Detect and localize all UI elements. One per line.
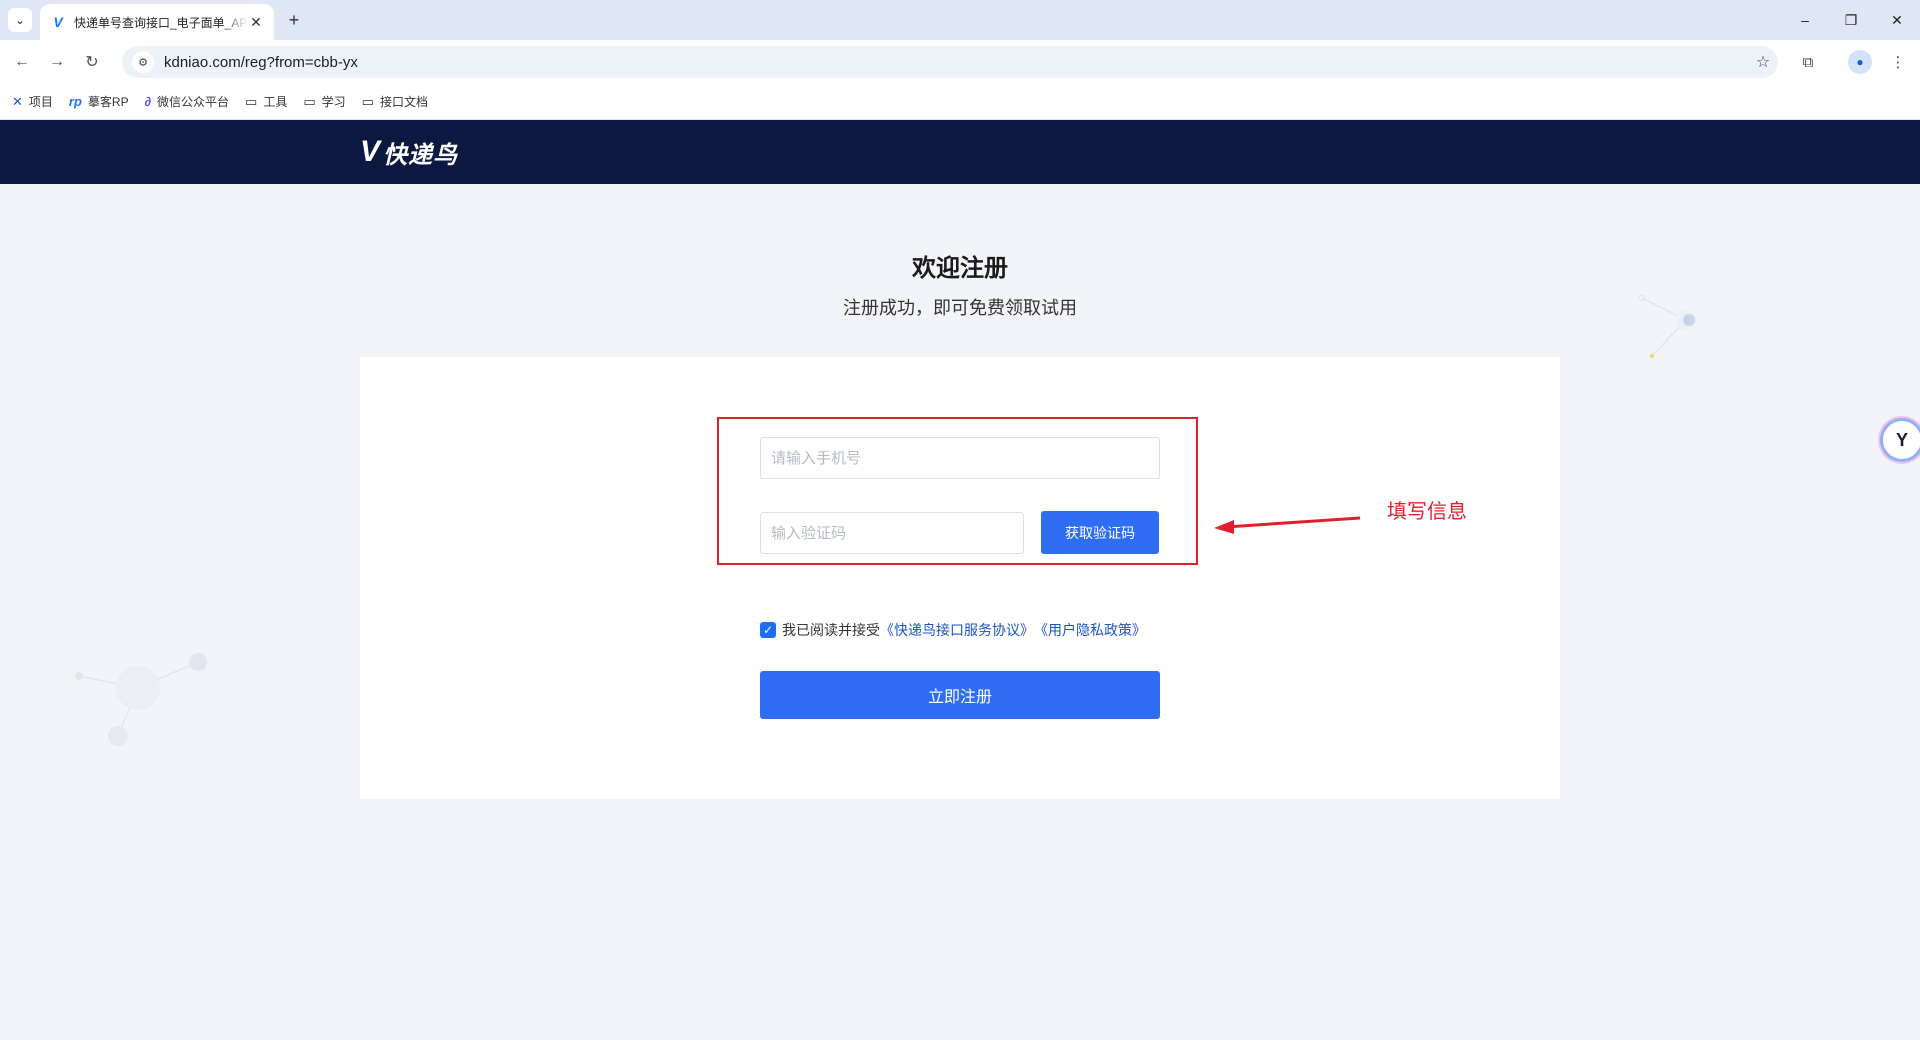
- annotation-label: 填写信息: [1387, 501, 1467, 523]
- browser-menu-icon[interactable]: ⋮: [1886, 50, 1910, 74]
- bookmark-item[interactable]: rp 摹客RP: [69, 93, 129, 110]
- page-title: 欢迎注册: [912, 255, 1008, 282]
- bookmark-star-icon[interactable]: ☆: [1748, 52, 1778, 72]
- tab-search-button[interactable]: ⌄: [8, 8, 32, 32]
- register-button[interactable]: 立即注册: [760, 671, 1160, 719]
- logo-text: 快递鸟: [383, 141, 459, 169]
- url-text[interactable]: kdniao.com/reg?from=cbb-yx: [164, 54, 1748, 71]
- bookmark-label: 接口文档: [379, 95, 428, 109]
- site-header: V 快递鸟: [0, 120, 1920, 184]
- browser-toolbar: ← → ↻ ⚙ kdniao.com/reg?from=cbb-yx ☆ ⧉ ●…: [0, 40, 1920, 84]
- arrow-left-icon: ←: [14, 53, 30, 70]
- page-subtitle: 注册成功，即可免费领取试用: [843, 298, 1077, 318]
- bookmark-label: 工具: [263, 95, 288, 109]
- bookmark-label: 学习: [321, 95, 346, 109]
- site-favicon-icon: V: [53, 14, 63, 30]
- bookmark-label: 项目: [28, 95, 53, 109]
- folder-icon: ▭: [303, 93, 316, 109]
- minimize-button[interactable]: –: [1782, 0, 1828, 40]
- forward-button[interactable]: →: [45, 50, 69, 74]
- address-bar[interactable]: ⚙ kdniao.com/reg?from=cbb-yx ☆: [122, 46, 1778, 78]
- folder-icon: ▭: [245, 93, 258, 109]
- site-info-icon[interactable]: ⚙: [132, 51, 154, 73]
- logo-mark: V: [360, 135, 382, 168]
- privacy-policy-link[interactable]: 《用户隐私政策》: [1034, 620, 1146, 640]
- new-tab-button[interactable]: +: [282, 8, 306, 32]
- floating-assistant-icon[interactable]: Y: [1880, 418, 1920, 462]
- close-window-button[interactable]: ✕: [1874, 0, 1920, 40]
- reload-button[interactable]: ↻: [80, 50, 104, 74]
- arrow-right-icon: →: [49, 53, 65, 70]
- chevron-down-icon: ⌄: [14, 13, 26, 27]
- extensions-icon[interactable]: ⧉: [1796, 50, 1820, 74]
- annotation-arrow-icon: [1214, 516, 1361, 534]
- bookmark-item[interactable]: ✕ 项目: [12, 93, 53, 110]
- folder-icon: ▭: [361, 93, 374, 109]
- profile-avatar-icon[interactable]: ●: [1848, 50, 1872, 74]
- link-icon: ∂: [144, 94, 152, 109]
- bookmark-folder[interactable]: ▭ 学习: [303, 93, 345, 110]
- agreement-row: ✓ 我已阅读并接受 《快递鸟接口服务协议》 《用户隐私政策》: [760, 620, 1146, 640]
- tab-title: 快递单号查询接口_电子面单_API: [74, 15, 248, 30]
- x-logo-icon: ✕: [12, 93, 23, 109]
- bookmark-folder[interactable]: ▭ 工具: [245, 93, 287, 110]
- back-button[interactable]: ←: [10, 50, 34, 74]
- tab-close-icon[interactable]: ✕: [248, 14, 264, 31]
- agreement-checkbox[interactable]: ✓: [760, 622, 776, 638]
- bookmark-item[interactable]: ∂ 微信公众平台: [145, 93, 229, 110]
- rp-logo-icon: rp: [68, 94, 82, 109]
- agreement-text: 我已阅读并接受: [782, 622, 880, 638]
- window-controls: – ❐ ✕: [1782, 0, 1920, 40]
- reload-icon: ↻: [85, 54, 99, 71]
- bookmark-label: 微信公众平台: [157, 95, 230, 109]
- site-logo[interactable]: V 快递鸟: [360, 135, 459, 169]
- restore-button[interactable]: ❐: [1828, 0, 1874, 40]
- bookmarks-bar: ✕ 项目 rp 摹客RP ∂ 微信公众平台 ▭ 工具 ▭ 学习 ▭ 接口文档: [0, 84, 1920, 120]
- service-agreement-link[interactable]: 《快递鸟接口服务协议》: [880, 620, 1034, 640]
- browser-tab-strip: ⌄ V 快递单号查询接口_电子面单_API ✕ + – ❐ ✕: [0, 0, 1920, 40]
- bookmark-folder[interactable]: ▭ 接口文档: [362, 93, 428, 110]
- decorative-network-graphic: [75, 653, 207, 746]
- annotation-highlight-box: [717, 417, 1198, 565]
- bookmark-label: 摹客RP: [87, 95, 129, 109]
- browser-tab-active[interactable]: V 快递单号查询接口_电子面单_API ✕: [40, 4, 274, 40]
